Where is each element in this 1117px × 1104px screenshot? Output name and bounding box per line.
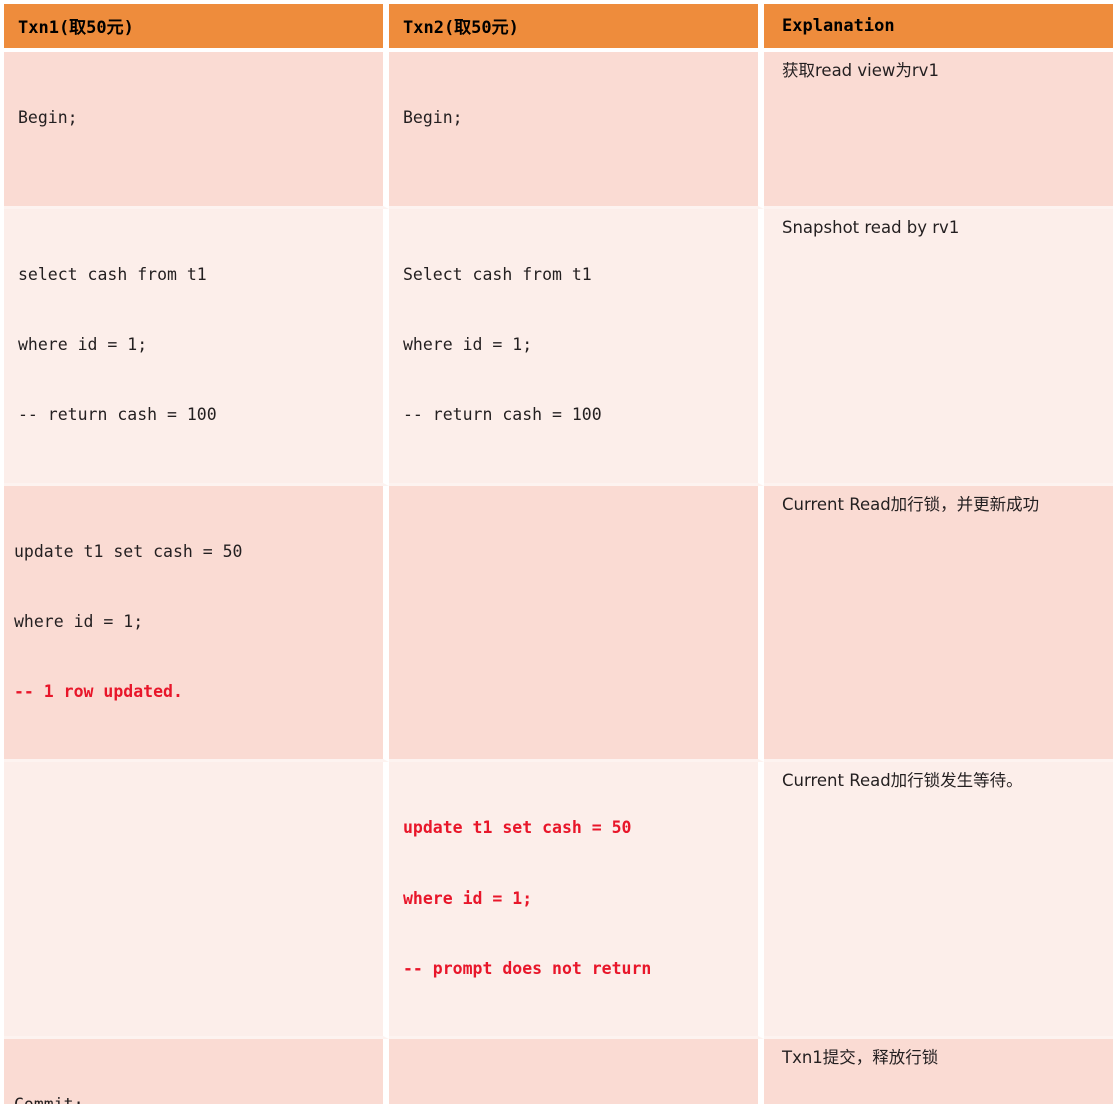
header-explanation: Explanation xyxy=(764,4,1113,52)
code-line: -- return cash = 100 xyxy=(18,405,217,425)
cell-explanation: Txn1提交，释放行锁 xyxy=(764,1039,1113,1104)
cell-txn2: Select cash from t1 where id = 1; -- ret… xyxy=(389,209,764,486)
code-line: where id = 1; xyxy=(14,611,144,631)
transaction-comparison-table-container: Txn1(取50元) Txn2(取50元) Explanation Begin;… xyxy=(0,0,1117,1104)
table-row: select cash from t1 where id = 1; -- ret… xyxy=(4,209,1113,486)
transaction-comparison-table: Txn1(取50元) Txn2(取50元) Explanation Begin;… xyxy=(4,4,1113,1104)
cell-txn2 xyxy=(389,1039,764,1104)
code-line: -- return cash = 100 xyxy=(403,405,602,425)
header-txn2: Txn2(取50元) xyxy=(389,4,764,52)
header-txn1: Txn1(取50元) xyxy=(4,4,389,52)
table-row: update t1 set cash = 50 where id = 1; --… xyxy=(4,762,1113,1040)
cell-txn2: Begin; xyxy=(389,52,764,210)
cell-txn1: Commit; xyxy=(4,1039,389,1104)
code-line: Begin; xyxy=(403,107,463,127)
code-line-highlighted: -- 1 row updated. xyxy=(14,682,183,702)
cell-explanation: 获取read view为rv1 xyxy=(764,52,1113,210)
code-line: Select cash from t1 xyxy=(403,264,592,284)
cell-explanation: Snapshot read by rv1 xyxy=(764,209,1113,486)
code-line: Commit; xyxy=(14,1093,377,1104)
code-line-highlighted: where id = 1; xyxy=(403,888,533,908)
cell-txn1: update t1 set cash = 50 where id = 1; --… xyxy=(4,485,389,763)
cell-txn1: Begin; xyxy=(4,52,389,210)
code-line: select cash from t1 xyxy=(18,264,207,284)
table-row: Commit; Txn1提交，释放行锁 xyxy=(4,1039,1113,1104)
cell-txn1 xyxy=(4,762,389,1040)
code-line: update t1 set cash = 50 xyxy=(14,541,243,561)
table-row: update t1 set cash = 50 where id = 1; --… xyxy=(4,485,1113,763)
code-line: where id = 1; xyxy=(403,335,533,355)
code-line: where id = 1; xyxy=(18,335,148,355)
cell-txn2: update t1 set cash = 50 where id = 1; --… xyxy=(389,762,764,1040)
table-row: Begin; Begin; 获取read view为rv1 xyxy=(4,52,1113,210)
code-line: Begin; xyxy=(18,107,78,127)
table-header: Txn1(取50元) Txn2(取50元) Explanation xyxy=(4,4,1113,52)
cell-explanation: Current Read加行锁，并更新成功 xyxy=(764,485,1113,763)
table-body: Begin; Begin; 获取read view为rv1 select cas… xyxy=(4,52,1113,1104)
cell-txn2 xyxy=(389,485,764,763)
code-line-highlighted: -- prompt does not return xyxy=(403,958,652,978)
code-line-highlighted: update t1 set cash = 50 xyxy=(403,818,632,838)
cell-explanation: Current Read加行锁发生等待。 xyxy=(764,762,1113,1040)
cell-txn1: select cash from t1 where id = 1; -- ret… xyxy=(4,209,389,486)
table-header-row: Txn1(取50元) Txn2(取50元) Explanation xyxy=(4,4,1113,52)
